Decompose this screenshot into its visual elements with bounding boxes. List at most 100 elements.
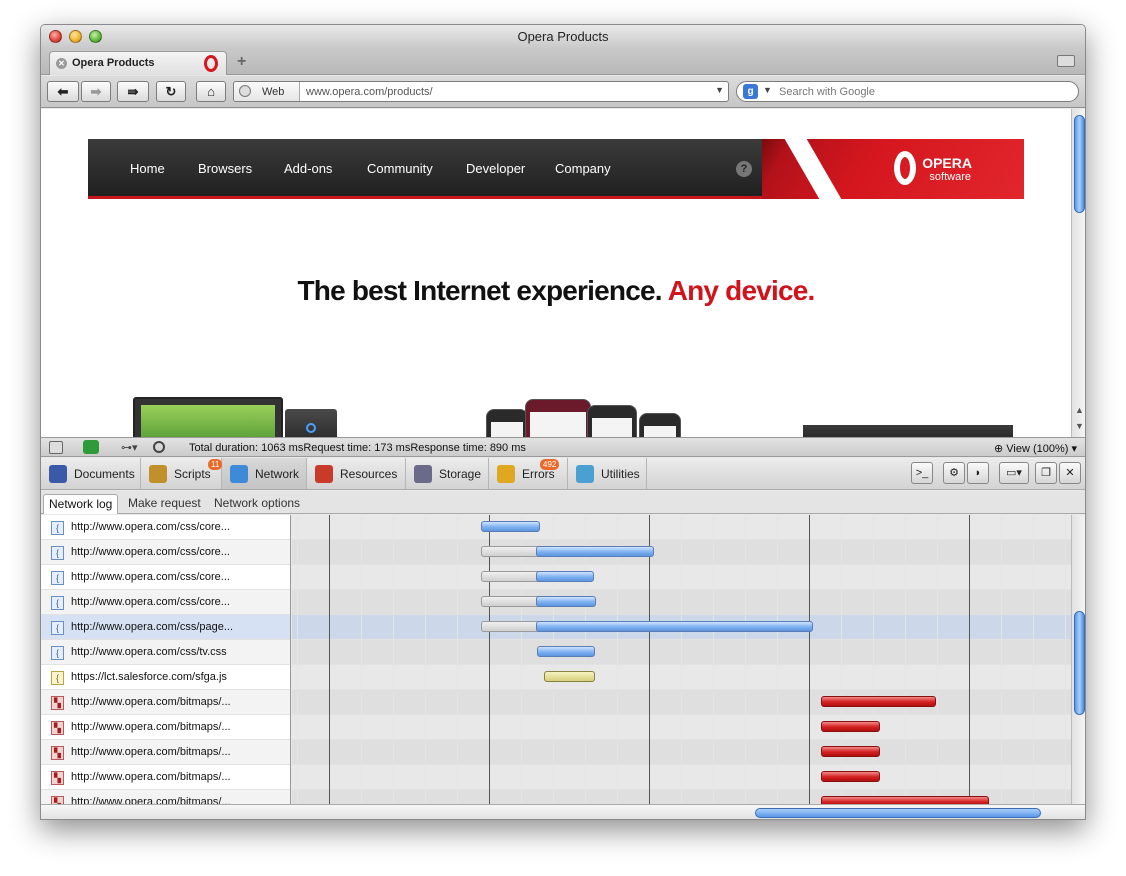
request-duration-bar[interactable] <box>820 721 881 732</box>
close-window-button[interactable] <box>49 30 62 43</box>
css-file-icon: { <box>51 646 64 660</box>
request-row[interactable]: {http://www.opera.com/css/core... <box>41 540 290 565</box>
timeline-gridline <box>713 515 714 804</box>
request-row[interactable]: {http://www.opera.com/css/core... <box>41 590 290 615</box>
page-scrollbar[interactable]: ▲ ▼ <box>1071 109 1085 437</box>
request-row[interactable]: ▚ http://www.opera.com/bitmaps/... <box>41 790 290 804</box>
devtools-tab-errors[interactable]: Errors 492 <box>489 458 568 489</box>
timeline-gridline <box>585 515 586 804</box>
zoom-icon: ⊕ <box>993 443 1007 455</box>
request-duration-bar[interactable] <box>820 796 990 804</box>
request-duration-bar[interactable] <box>535 571 595 582</box>
reload-button[interactable]: ↻ <box>156 81 186 102</box>
subtab-make-request[interactable]: Make request <box>123 494 206 514</box>
address-url[interactable]: www.opera.com/products/ <box>306 86 433 98</box>
request-row[interactable]: {http://www.opera.com/css/core... <box>41 515 290 540</box>
tab-menu-icon[interactable] <box>1057 55 1075 67</box>
request-duration-bar[interactable] <box>480 521 540 532</box>
request-row[interactable]: ▚ http://www.opera.com/bitmaps/... <box>41 715 290 740</box>
remote-debug-icon[interactable]: ◗ <box>967 462 989 484</box>
page-headline: The best Internet experience. Any device… <box>41 275 1071 307</box>
nav-link-home[interactable]: Home <box>130 161 165 176</box>
close-devtools-icon[interactable]: ✕ <box>1059 462 1081 484</box>
stop-icon[interactable] <box>153 441 165 453</box>
scroll-up-icon[interactable]: ▲ <box>1075 405 1084 415</box>
wait-time-bar[interactable] <box>480 546 542 557</box>
console-icon[interactable]: >_ <box>911 462 933 484</box>
devtools-tab-resources[interactable]: Resources <box>307 458 406 489</box>
network-icon <box>230 465 248 483</box>
timeline-gridline <box>649 515 650 804</box>
address-scheme-segment[interactable]: Web <box>234 82 300 101</box>
image-file-icon: ▚ <box>51 696 64 710</box>
devtools-tab-documents[interactable]: Documents <box>41 458 141 489</box>
request-row[interactable]: {http://www.opera.com/css/core... <box>41 565 290 590</box>
chevron-down-icon[interactable]: ▼ <box>715 85 724 95</box>
request-duration-bar[interactable] <box>820 746 881 757</box>
nav-link-browsers[interactable]: Browsers <box>198 161 252 176</box>
request-duration-bar[interactable] <box>535 546 654 557</box>
search-engine-chevron-icon[interactable]: ▼ <box>763 85 772 95</box>
detach-window-icon[interactable]: ❐ <box>1035 462 1057 484</box>
headline-text: The best Internet experience. <box>297 275 662 306</box>
site-nav-bar: Home Browsers Add-ons Community Develope… <box>88 139 1024 199</box>
request-row[interactable]: ▚ http://www.opera.com/bitmaps/... <box>41 740 290 765</box>
request-duration-bar[interactable] <box>536 646 596 657</box>
timeline-gridline <box>521 515 522 804</box>
request-row[interactable]: {https://lct.salesforce.com/sfga.js <box>41 665 290 690</box>
devtools-tab-label: Network <box>255 467 300 481</box>
address-field[interactable]: Web www.opera.com/products/ ▼ <box>233 81 729 102</box>
back-button[interactable]: ⬅ <box>47 81 79 102</box>
minimize-window-button[interactable] <box>69 30 82 43</box>
layout-menu-icon[interactable]: ▭▾ <box>999 462 1029 484</box>
request-row[interactable]: ▚ http://www.opera.com/bitmaps/... <box>41 765 290 790</box>
new-tab-plus-icon[interactable]: + <box>237 53 246 71</box>
google-icon[interactable]: g <box>743 84 758 99</box>
request-duration-bar[interactable] <box>543 671 596 682</box>
timeline-gridline <box>937 515 938 804</box>
network-scrollbar[interactable] <box>1071 515 1085 804</box>
refresh-icon[interactable] <box>83 440 99 454</box>
gear-icon[interactable]: ⚙ <box>943 462 965 484</box>
request-duration-bar[interactable] <box>820 696 936 707</box>
subtab-network-log[interactable]: Network log <box>43 494 119 514</box>
wait-time-bar[interactable] <box>480 571 542 582</box>
nav-link-company[interactable]: Company <box>555 161 611 176</box>
search-field[interactable]: g ▼ Search with Google <box>736 81 1079 102</box>
network-tree-icon[interactable]: ⊶▾ <box>121 441 138 454</box>
request-row[interactable]: {http://www.opera.com/css/page... <box>41 615 290 640</box>
wait-time-bar[interactable] <box>480 621 542 632</box>
zoom-window-button[interactable] <box>89 30 102 43</box>
subtab-network-options[interactable]: Network options <box>209 494 305 514</box>
request-row[interactable]: {http://www.opera.com/css/tv.css <box>41 640 290 665</box>
zoom-view-menu[interactable]: ⊕ View (100%) ▾ <box>994 442 1077 455</box>
page-scroll-thumb[interactable] <box>1074 115 1085 213</box>
request-duration-bar[interactable] <box>820 771 881 782</box>
request-timeline <box>292 515 1071 804</box>
css-file-icon: { <box>51 596 64 610</box>
tab-opera-products[interactable]: ✕ Opera Products <box>49 51 227 75</box>
devtools-tab-network[interactable]: Network <box>222 458 307 489</box>
opera-logo-panel[interactable]: OPERA software <box>762 139 1024 199</box>
request-duration-bar[interactable] <box>535 621 814 632</box>
timeline-horizontal-scrollbar[interactable] <box>41 804 1085 819</box>
nav-link-community[interactable]: Community <box>367 161 433 176</box>
scroll-down-icon[interactable]: ▼ <box>1075 421 1084 431</box>
image-file-icon: ▚ <box>51 796 64 804</box>
fast-forward-button[interactable]: ⇛ <box>117 81 149 102</box>
toggle-panel-icon[interactable] <box>49 441 63 454</box>
wait-time-bar[interactable] <box>480 596 542 607</box>
help-icon[interactable]: ? <box>736 161 752 177</box>
tab-close-icon[interactable]: ✕ <box>56 58 67 69</box>
network-scroll-thumb[interactable] <box>1074 611 1085 715</box>
request-row[interactable]: ▚ http://www.opera.com/bitmaps/... <box>41 690 290 715</box>
home-button[interactable]: ⌂ <box>196 81 226 102</box>
timeline-scroll-thumb[interactable] <box>755 808 1041 818</box>
nav-link-addons[interactable]: Add-ons <box>284 161 332 176</box>
nav-link-developer[interactable]: Developer <box>466 161 525 176</box>
devtools-tab-storage[interactable]: Storage <box>406 458 489 489</box>
request-duration-bar[interactable] <box>535 596 597 607</box>
devtools-tab-scripts[interactable]: Scripts 11 <box>141 458 223 489</box>
devtools-tab-utilities[interactable]: Utilities <box>568 458 647 489</box>
forward-button[interactable]: ➡ <box>81 81 111 102</box>
